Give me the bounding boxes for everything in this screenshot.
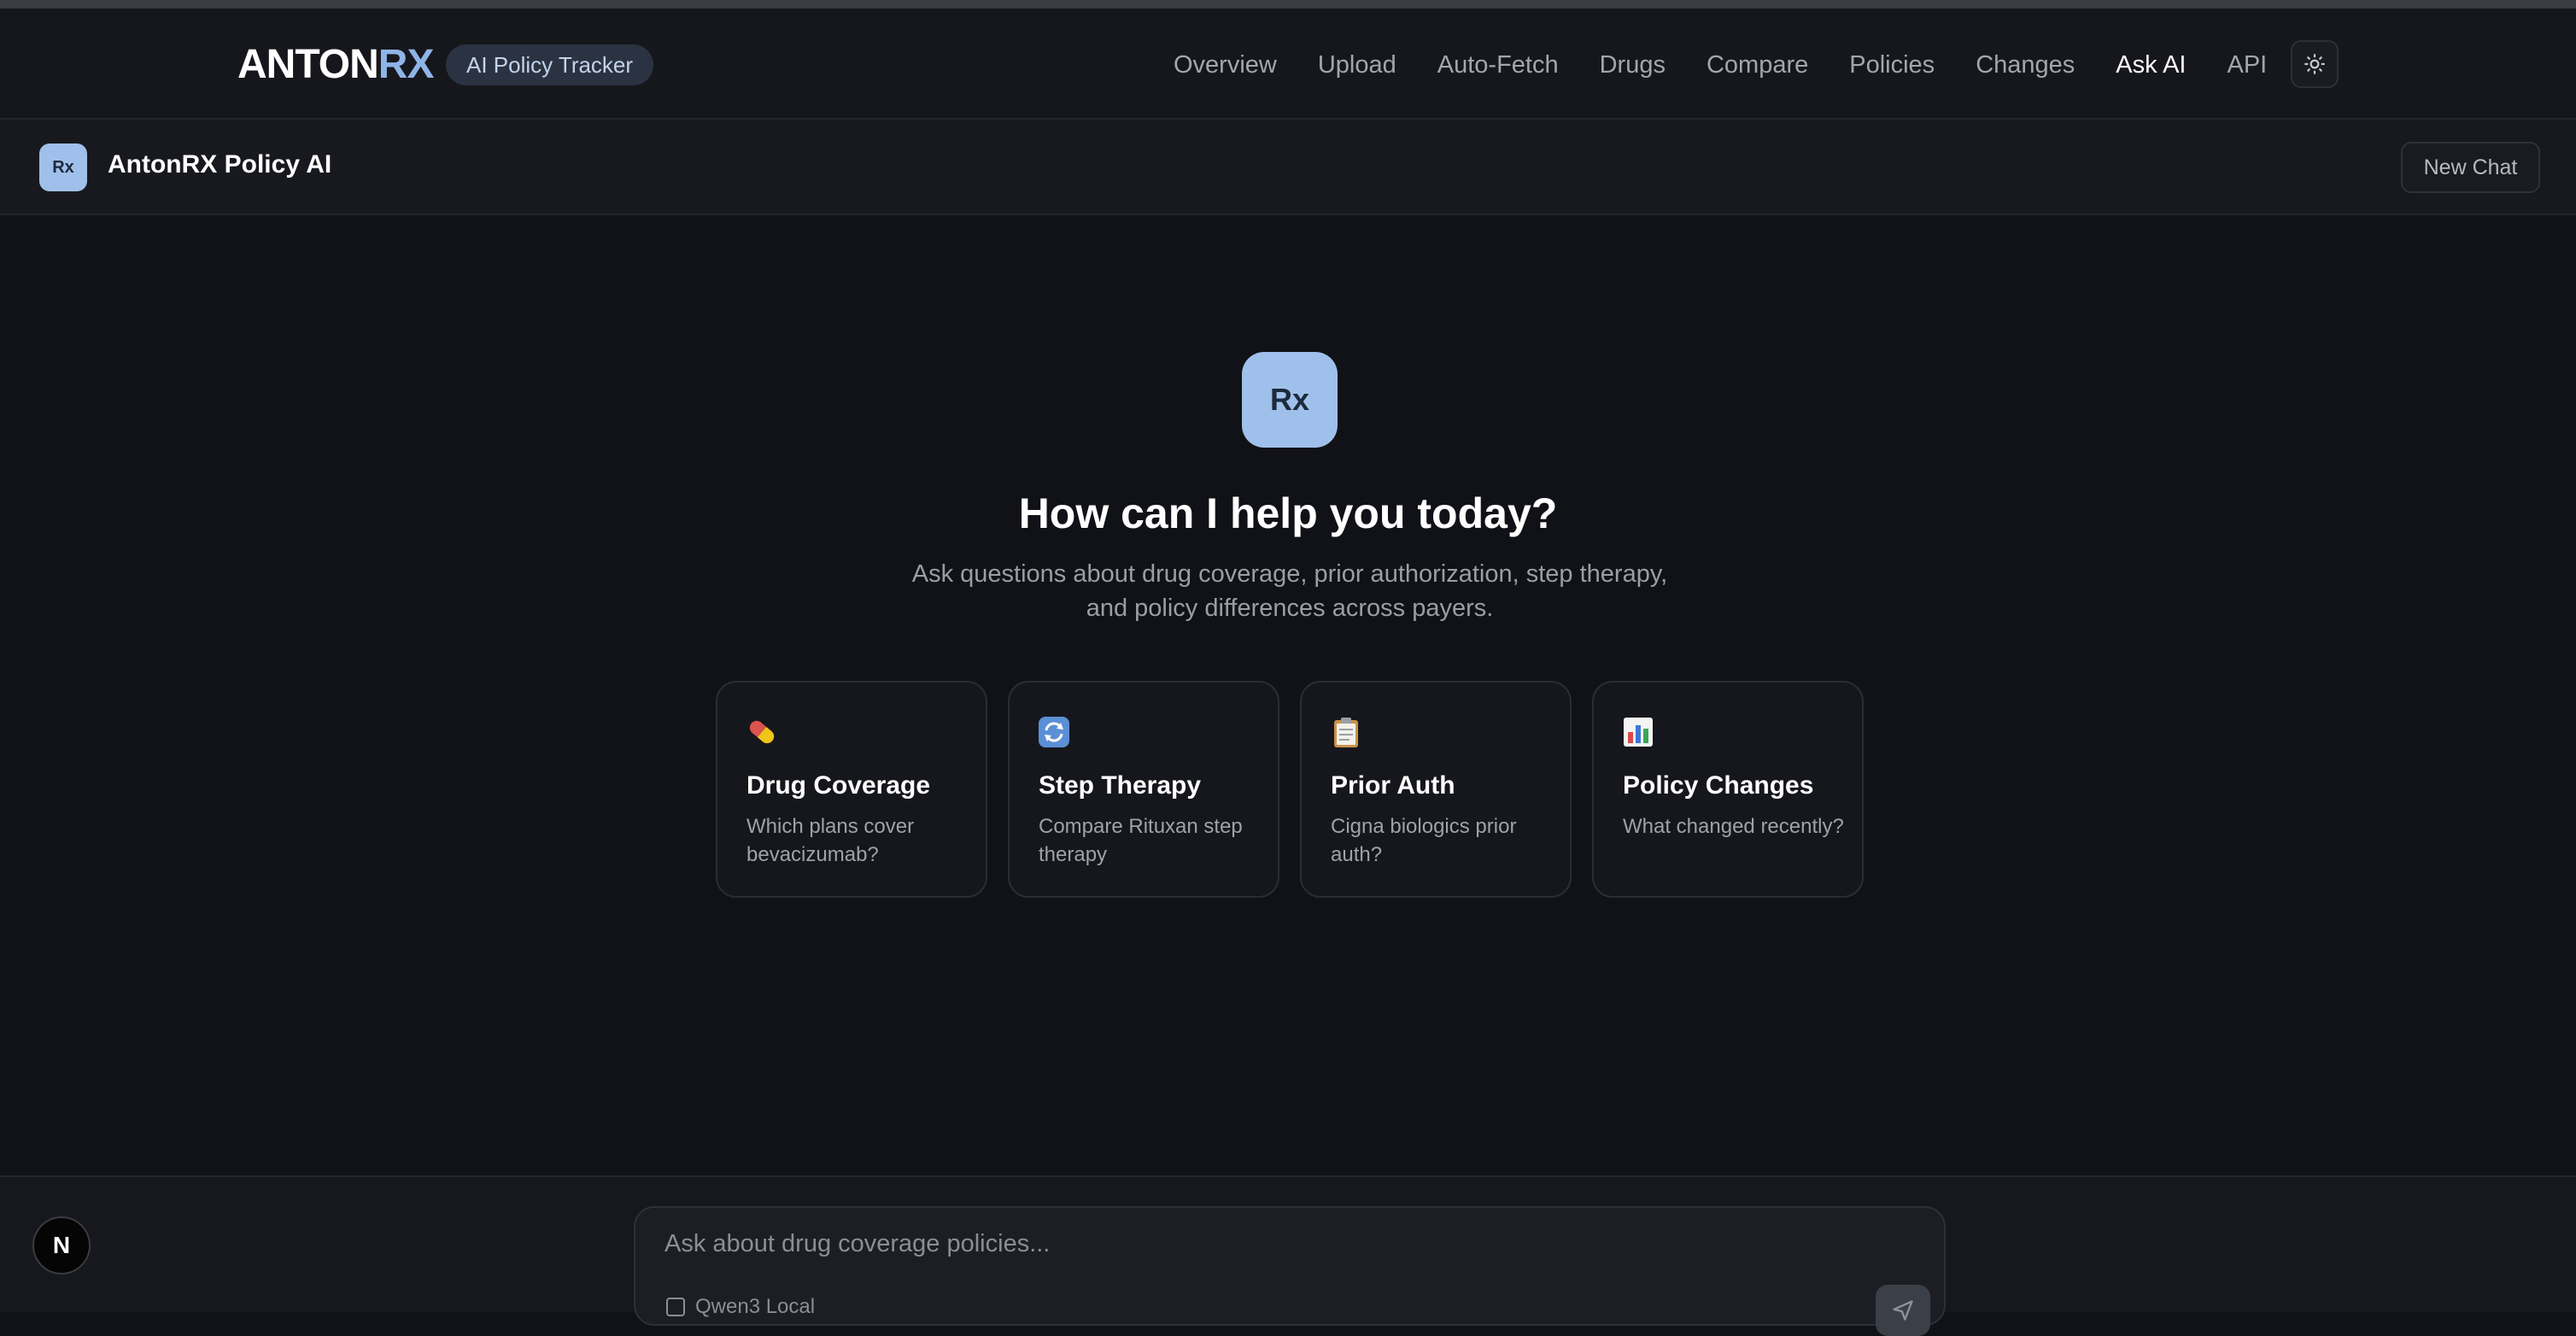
chat-title: AntonRX Policy AI <box>108 150 332 179</box>
card-description: Compare Rituxan step therapy <box>1039 815 1243 866</box>
hero-subtitle-line-1: Ask questions about drug coverage, prior… <box>911 560 1668 588</box>
svg-text:N: N <box>53 1232 70 1258</box>
nav-drugs[interactable]: Drugs <box>1600 43 1666 87</box>
logo-accent: RX <box>378 42 435 87</box>
suggestion-card-prior-auth[interactable]: Prior Auth Cigna biologics prior auth? <box>1300 681 1572 898</box>
card-title: Prior Auth <box>1331 771 1455 800</box>
next-dev-badge[interactable]: N <box>32 1216 91 1274</box>
model-label: Qwen3 Local <box>695 1295 816 1318</box>
app-logo[interactable]: ANTONRX <box>237 41 435 88</box>
card-description: Cigna biologics prior auth? <box>1331 815 1517 866</box>
new-chat-button[interactable]: New Chat <box>2401 142 2540 193</box>
window-top-strip <box>0 0 2576 9</box>
card-description: Which plans cover bevacizumab? <box>746 815 915 866</box>
model-selector[interactable]: Qwen3 Local <box>666 1295 815 1319</box>
hero-avatar: Rx <box>1242 352 1338 448</box>
hero-subtitle: Ask questions about drug coverage, prior… <box>888 557 1691 625</box>
suggestion-card-drug-coverage[interactable]: Drug Coverage Which plans cover bevacizu… <box>716 681 987 898</box>
suggestion-card-step-therapy[interactable]: Step Therapy Compare Rituxan step therap… <box>1008 681 1279 898</box>
clipboard-icon <box>1334 718 1358 747</box>
card-title: Policy Changes <box>1623 771 1814 800</box>
suggestion-cards: Drug Coverage Which plans cover bevacizu… <box>716 681 1864 898</box>
nav-changes[interactable]: Changes <box>1976 43 2075 87</box>
model-icon <box>666 1298 685 1316</box>
bar-chart-icon <box>1624 718 1653 747</box>
nav-ask-ai[interactable]: Ask AI <box>2116 43 2186 87</box>
nav-overview[interactable]: Overview <box>1174 43 1277 87</box>
refresh-icon <box>1039 717 1069 747</box>
suggestion-card-policy-changes[interactable]: Policy Changes What changed recently? <box>1592 681 1864 898</box>
product-tag: AI Policy Tracker <box>446 44 654 85</box>
assistant-avatar: Rx <box>39 144 87 191</box>
sun-icon <box>2304 54 2325 74</box>
nav-auto-fetch[interactable]: Auto-Fetch <box>1437 43 1559 87</box>
pill-icon <box>749 720 775 744</box>
card-title: Step Therapy <box>1039 771 1202 800</box>
top-navbar: ANTONRX AI Policy Tracker Overview Uploa… <box>0 9 2576 120</box>
hero-subtitle-line-2: and policy differences across payers. <box>1086 595 1494 622</box>
theme-toggle-button[interactable] <box>2291 40 2339 88</box>
logo-primary: ANTON <box>237 42 379 87</box>
chat-header: Rx AntonRX Policy AI New Chat <box>0 120 2576 215</box>
nav-upload[interactable]: Upload <box>1318 43 1396 87</box>
nav-policies[interactable]: Policies <box>1849 43 1935 87</box>
chat-input[interactable]: Ask about drug coverage policies... <box>664 1230 1050 1258</box>
nav-compare[interactable]: Compare <box>1707 43 1808 87</box>
card-title: Drug Coverage <box>746 771 931 800</box>
main-nav: Overview Upload Auto-Fetch Drugs Compare… <box>1153 43 2287 87</box>
hero-title: How can I help you today? <box>1018 489 1558 537</box>
send-icon <box>1893 1300 1913 1321</box>
nav-api[interactable]: API <box>2227 43 2267 87</box>
card-description: What changed recently? <box>1623 815 1844 838</box>
chat-composer: Ask about drug coverage policies... Qwen… <box>634 1206 1946 1336</box>
n-logo-icon: N <box>53 1232 70 1258</box>
send-button[interactable] <box>1876 1285 1930 1336</box>
